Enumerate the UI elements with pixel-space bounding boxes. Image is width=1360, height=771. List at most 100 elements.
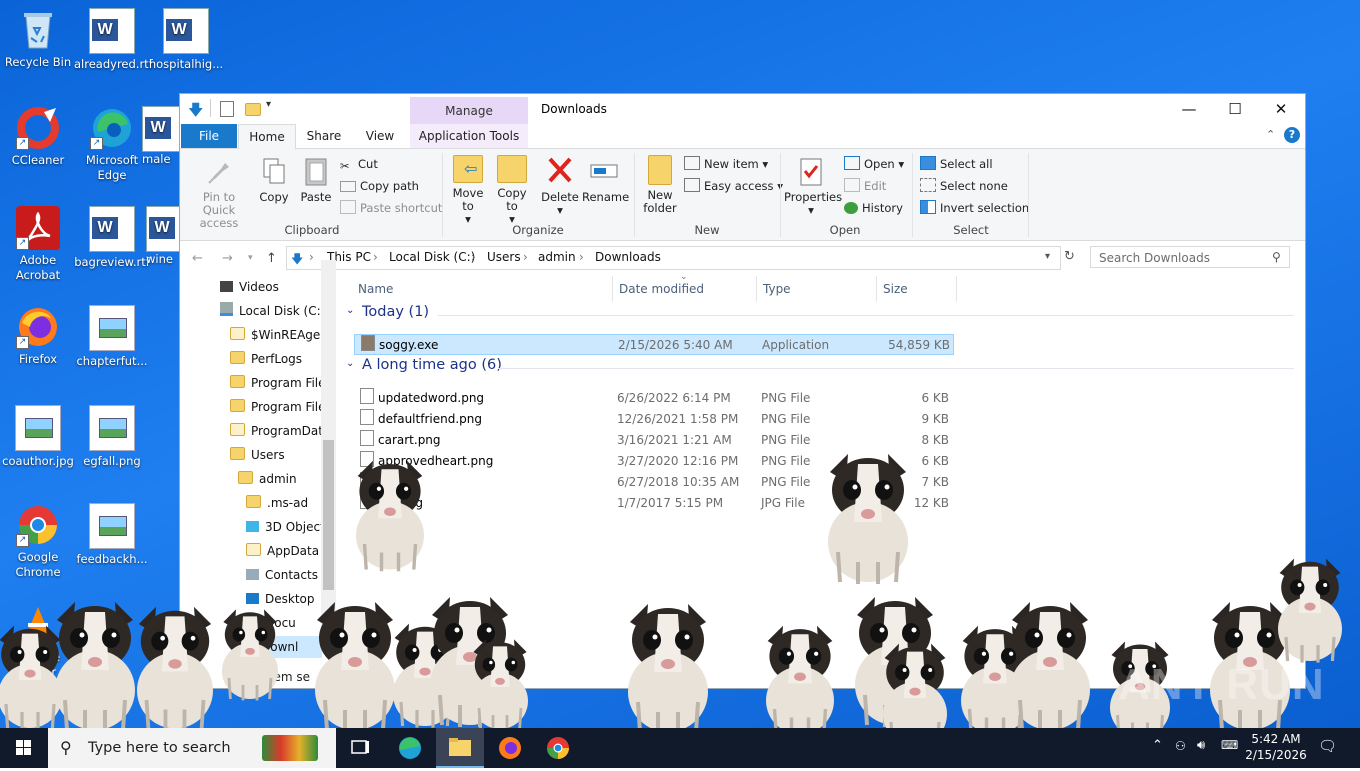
forward-arrow-icon[interactable]: → [222,251,233,266]
column-header-type[interactable]: Type [763,282,791,296]
nav-scrollbar[interactable] [321,260,336,650]
show-hidden-icons-chevron-icon[interactable]: ⌃ [1152,738,1163,753]
desktop-icon-chrome[interactable]: ↗ Google Chrome [0,503,76,580]
volume-icon[interactable]: 🔊︎ [1197,738,1205,753]
table-row[interactable]: soggy.exe 2/15/2026 5:40 AM Application 54,… [354,334,954,355]
nav-item-3d-objects[interactable]: 3D Objects [246,516,331,538]
taskbar-chrome[interactable] [534,728,582,768]
new-item-button[interactable]: New item ▾ [684,155,768,173]
desktop-icon-wine[interactable]: wine [146,206,192,267]
desktop-icon-hospitalhig[interactable]: hospitalhig... [148,8,224,72]
properties-quick-icon[interactable] [220,101,234,117]
taskbar-file-explorer[interactable] [436,728,484,768]
properties-button[interactable]: Properties ▾ [784,155,842,217]
column-separator[interactable] [612,276,613,302]
easy-access-button[interactable]: Easy access ▾ [684,177,783,195]
desktop-icon-acrobat[interactable]: ↗ Adobe Acrobat [0,206,76,283]
taskbar-edge[interactable] [386,728,434,768]
table-row[interactable]: updatedword.png 6/26/2022 6:14 PM PNG File… [354,388,952,408]
column-separator[interactable] [756,276,757,302]
desktop-icon-coauthor[interactable]: coauthor.jpg [0,405,76,469]
input-method-icon[interactable]: ⌨ [1221,738,1238,752]
maximize-button[interactable]: ☐ [1212,94,1258,124]
nav-item-program-files-x86[interactable]: Program Files [230,396,332,418]
group-collapse-chevron-icon[interactable]: ⌄ [346,305,354,316]
tab-view[interactable]: View [352,124,408,148]
edit-button[interactable]: Edit [844,177,886,195]
table-row[interactable]: k.png 6/27/2018 10:35 AM PNG File 7 KB [354,472,952,492]
notifications-icon[interactable]: 🗨︎ [1318,737,1337,755]
nav-scrollbar-thumb[interactable] [323,440,334,590]
desktop-icon-egfall[interactable]: egfall.png [74,405,150,469]
paste-shortcut-button[interactable]: Paste shortcut [340,199,442,217]
new-folder-quick-icon[interactable] [245,103,261,116]
group-header-long-ago[interactable]: A long time ago (6) [362,357,502,373]
rename-button[interactable]: Rename [582,155,629,204]
nav-item-local-disk[interactable]: Local Disk (C:) [220,300,325,322]
nav-item-contacts[interactable]: Contacts [246,564,318,586]
breadcrumb-admin[interactable]: admin [538,250,576,264]
task-view-button[interactable] [336,728,384,768]
desktop-icon-vlc[interactable]: ↗ VLC me player [0,603,76,680]
column-header-name[interactable]: Name [358,282,393,296]
table-row[interactable]: defaultfriend.png 12/26/2021 1:58 PM PNG F… [354,409,952,429]
group-collapse-chevron-icon[interactable]: ⌄ [346,358,354,369]
tab-home[interactable]: Home [238,124,296,150]
group-header-today[interactable]: Today (1) [362,304,429,320]
breadcrumb-local-disk[interactable]: Local Disk (C:) [389,250,475,264]
paste-button[interactable]: Paste [298,155,334,204]
breadcrumb-users[interactable]: Users [487,250,521,264]
nav-item-winreagent[interactable]: $WinREAgent [230,324,333,346]
table-row[interactable]: carart.png 3/16/2021 1:21 AM PNG File 8 KB [354,430,952,450]
help-icon[interactable]: ? [1284,127,1300,143]
desktop-icon-feedbackh[interactable]: feedbackh... [74,503,150,567]
desktop-icon-male[interactable]: male [142,106,188,167]
new-folder-button[interactable]: New folder [640,155,680,215]
recent-locations-chevron-icon[interactable]: ▾ [248,253,253,263]
select-all-button[interactable]: Select all [920,155,993,173]
collapse-ribbon-icon[interactable]: ⌃ [1266,128,1275,141]
column-separator[interactable] [956,276,957,302]
breadcrumb-downloads[interactable]: Downloads [595,250,661,264]
nav-item-users[interactable]: Users [230,444,285,466]
taskbar-clock[interactable]: 5:42 AM 2/15/2026 [1240,731,1312,763]
nav-item-documents[interactable]: Docu [246,612,296,634]
desktop-icon-bagreview[interactable]: bagreview.rtf [74,206,150,270]
delete-button[interactable]: Delete ▾ [538,155,582,217]
minimize-button[interactable]: — [1166,94,1212,124]
copy-button[interactable]: Copy [256,155,292,204]
nav-item-videos[interactable]: Videos [220,276,279,298]
taskbar-firefox[interactable] [486,728,534,768]
tab-application-tools[interactable]: Application Tools [410,124,528,148]
tab-share[interactable]: Share [296,124,352,148]
network-icon[interactable]: ⚇ [1175,739,1186,753]
copy-path-button[interactable]: Copy path [340,177,419,195]
move-to-button[interactable]: ⇦ Move to ▾ [448,155,488,226]
desktop-icon-edge[interactable]: ↗ Microsoft Edge [74,106,150,183]
open-button[interactable]: Open ▾ [844,155,904,173]
refresh-icon[interactable]: ↻ [1064,249,1075,264]
search-highlights-gift-icon[interactable] [262,735,318,761]
tab-file[interactable]: File [181,124,237,148]
start-button[interactable] [0,728,48,768]
nav-item-appdata[interactable]: AppData [246,540,319,562]
invert-selection-button[interactable]: Invert selection [920,199,1029,217]
taskbar-search-box[interactable]: ⚲ Type here to search [48,728,336,768]
history-button[interactable]: History [844,199,903,217]
quick-access-down-arrow-icon[interactable]: 🡇 [188,100,203,125]
nav-item-downloads[interactable]: ⬇ Downl [242,636,322,658]
desktop-icon-chapterfut[interactable]: chapterfut... [74,305,150,369]
pin-to-quick-access-button[interactable]: Pin to Quick access [186,155,252,230]
nav-item-admin[interactable]: admin [238,468,297,490]
back-arrow-icon[interactable]: ← [192,251,203,266]
column-separator[interactable] [876,276,877,302]
cut-button[interactable]: ✂ Cut [340,155,378,173]
nav-item-desktop[interactable]: Desktop [246,588,315,610]
column-header-date-modified[interactable]: Date modified [619,282,704,296]
nav-item-programdata[interactable]: ProgramData [230,420,330,442]
customize-toolbar-chevron-icon[interactable]: ▾ [266,99,271,110]
address-box[interactable]: 🡇 › This PC › Local Disk (C:) › Users › … [286,246,1061,270]
close-button[interactable]: ✕ [1258,94,1304,124]
search-input[interactable]: Search Downloads [1090,246,1290,268]
desktop-icon-alreadyred[interactable]: alreadyred.rtf [74,8,153,72]
